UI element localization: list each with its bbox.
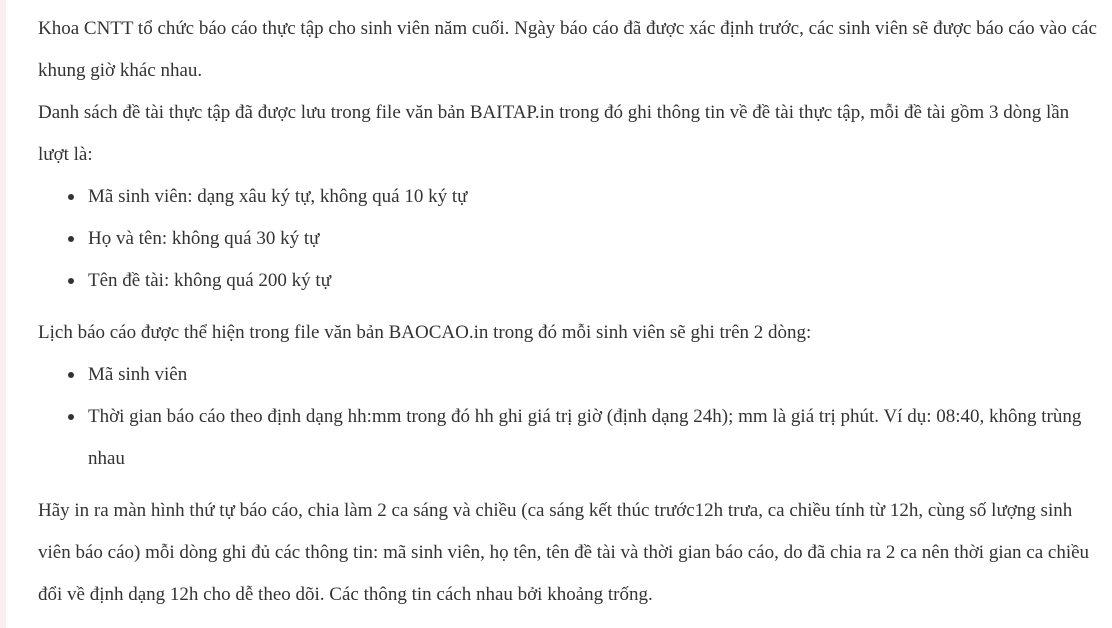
task-paragraph: Hãy in ra màn hình thứ tự báo cáo, chia … [38, 500, 1090, 605]
bullet-icon [68, 278, 74, 284]
topics-list: Mã sinh viên: dạng xâu ký tự, không quá … [38, 176, 1104, 302]
list-item: Mã sinh viên: dạng xâu ký tự, không quá … [68, 176, 1104, 218]
problem-statement: Khoa CNTT tổ chức báo cáo thực tập cho s… [38, 8, 1104, 616]
bullet-icon [68, 372, 74, 378]
list-item: Thời gian báo cáo theo định dạng hh:mm t… [68, 396, 1104, 480]
bullet-icon [68, 194, 74, 200]
left-accent-bar [0, 0, 6, 628]
list-item: Tên đề tài: không quá 200 ký tự [68, 260, 1104, 302]
schedule-list: Mã sinh viên Thời gian báo cáo theo định… [38, 354, 1104, 480]
list-item: Mã sinh viên [68, 354, 1104, 396]
bullet-icon [68, 414, 74, 420]
schedule-file-paragraph: Lịch báo cáo được thể hiện trong file vă… [38, 322, 812, 343]
intro-paragraph: Khoa CNTT tổ chức báo cáo thực tập cho s… [38, 18, 1097, 81]
bullet-icon [68, 236, 74, 242]
topics-file-paragraph: Danh sách đề tài thực tập đã được lưu tr… [38, 102, 1070, 165]
list-item: Họ và tên: không quá 30 ký tự [68, 218, 1104, 260]
